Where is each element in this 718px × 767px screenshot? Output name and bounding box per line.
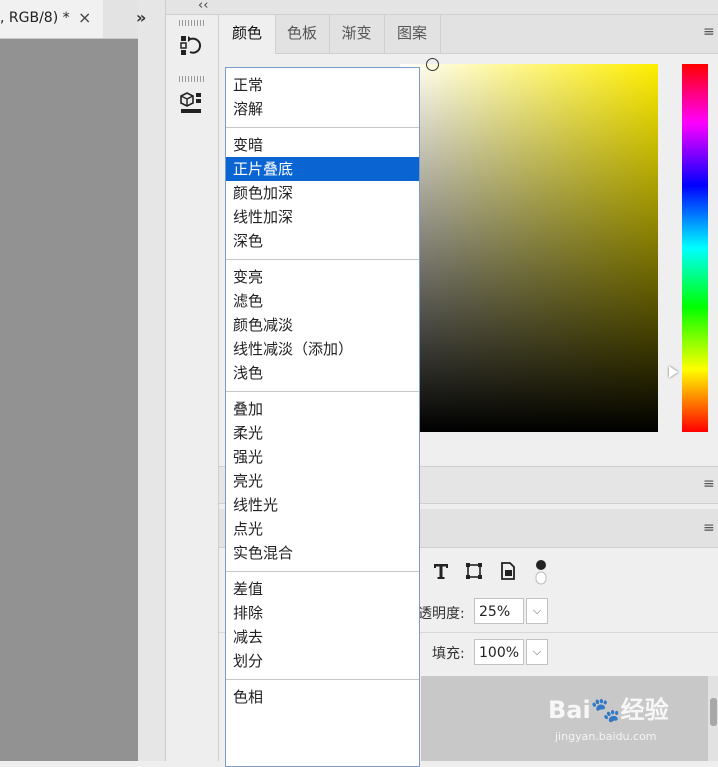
blend-mode-option[interactable]: 正片叠底 [226, 157, 419, 181]
panel-gutter [138, 0, 166, 761]
drag-grip[interactable] [179, 20, 205, 26]
blend-mode-option[interactable]: 柔光 [226, 421, 419, 445]
blend-mode-group: 叠加 柔光 强光 亮光 线性光 点光 实色混合 [226, 392, 419, 572]
blend-mode-option[interactable]: 点光 [226, 517, 419, 541]
blend-mode-option[interactable]: 差值 [226, 577, 419, 601]
blend-mode-option[interactable]: 颜色加深 [226, 181, 419, 205]
blend-mode-option[interactable]: 线性光 [226, 493, 419, 517]
blend-mode-option[interactable]: 实色混合 [226, 541, 419, 565]
color-picker-cursor[interactable] [426, 58, 439, 71]
3d-icon[interactable] [177, 88, 205, 116]
close-icon[interactable]: × [78, 8, 91, 27]
blend-mode-option[interactable]: 线性减淡（添加） [226, 337, 419, 361]
blend-mode-option[interactable]: 浅色 [226, 361, 419, 385]
panel-dock-header [166, 0, 718, 15]
blend-mode-option[interactable]: 减去 [226, 625, 419, 649]
opacity-input[interactable]: 25% [474, 598, 524, 624]
tab-gradients[interactable]: 渐变 [329, 15, 385, 53]
blend-mode-option[interactable]: 划分 [226, 649, 419, 673]
document-tab-label: , RGB/8) * [0, 10, 70, 26]
blend-mode-option[interactable]: 正常 [226, 73, 419, 97]
blend-mode-option[interactable]: 滤色 [226, 289, 419, 313]
collapse-panels-icon[interactable]: ‹‹ [198, 0, 208, 13]
color-panel-tabs: 颜色 色板 渐变 图案 [219, 15, 718, 54]
type-filter-icon[interactable] [430, 560, 452, 582]
blend-mode-dropdown: 正常 溶解 变暗 正片叠底 颜色加深 线性加深 深色 变亮 滤色 颜色减淡 线性减淡（添加） 浅色 叠加… [225, 67, 420, 767]
smart-object-filter-icon[interactable] [497, 560, 519, 582]
expand-panels-icon[interactable]: » [136, 8, 146, 27]
chevron-down-icon[interactable]: ⌵ [526, 598, 548, 624]
canvas-area[interactable] [0, 39, 138, 761]
watermark-logo: Bai🐾经验 [548, 696, 669, 724]
blend-mode-option[interactable]: 排除 [226, 601, 419, 625]
drag-grip[interactable] [179, 76, 205, 82]
blend-mode-group: 差值 排除 减去 划分 [226, 572, 419, 680]
blend-mode-option[interactable]: 强光 [226, 445, 419, 469]
blend-mode-option[interactable]: 线性加深 [226, 205, 419, 229]
panel-menu-icon[interactable]: ≡ [703, 476, 715, 492]
watermark-url: jingyan.baidu.com [555, 730, 657, 743]
blend-mode-option[interactable]: 变亮 [226, 265, 419, 289]
hue-slider[interactable] [682, 64, 708, 432]
blend-mode-option[interactable]: 深色 [226, 229, 419, 253]
fill-label: 填充: [432, 646, 465, 662]
tab-bar [103, 0, 138, 39]
scrollbar-thumb[interactable] [710, 698, 717, 726]
blend-mode-group: 正常 溶解 [226, 68, 419, 128]
blend-mode-option[interactable]: 溶解 [226, 97, 419, 121]
blend-mode-option[interactable]: 亮光 [226, 469, 419, 493]
blend-mode-group: 变暗 正片叠底 颜色加深 线性加深 深色 [226, 128, 419, 260]
blend-mode-option[interactable]: 色相 [226, 685, 419, 709]
opacity-label: 透明度: [418, 606, 465, 622]
shape-filter-icon[interactable] [463, 560, 485, 582]
hue-slider-handle[interactable] [669, 366, 678, 378]
blend-mode-group: 色相 [226, 680, 419, 715]
tab-color[interactable]: 颜色 [219, 15, 276, 54]
blend-mode-group: 变亮 滤色 颜色减淡 线性减淡（添加） 浅色 [226, 260, 419, 392]
history-icon[interactable] [177, 32, 205, 60]
panel-menu-icon[interactable]: ≡ [703, 520, 715, 536]
panel-menu-icon[interactable]: ≡ [703, 24, 715, 40]
blend-mode-option[interactable]: 颜色减淡 [226, 313, 419, 337]
blend-mode-option[interactable]: 叠加 [226, 397, 419, 421]
saturation-brightness-field[interactable] [400, 64, 658, 432]
fill-input[interactable]: 100% [474, 639, 524, 665]
filter-toggle-icon[interactable] [533, 558, 549, 586]
chevron-down-icon[interactable]: ⌵ [526, 639, 548, 665]
blend-mode-option[interactable]: 变暗 [226, 133, 419, 157]
tab-patterns[interactable]: 图案 [384, 15, 441, 53]
tab-swatches[interactable]: 色板 [275, 15, 330, 53]
